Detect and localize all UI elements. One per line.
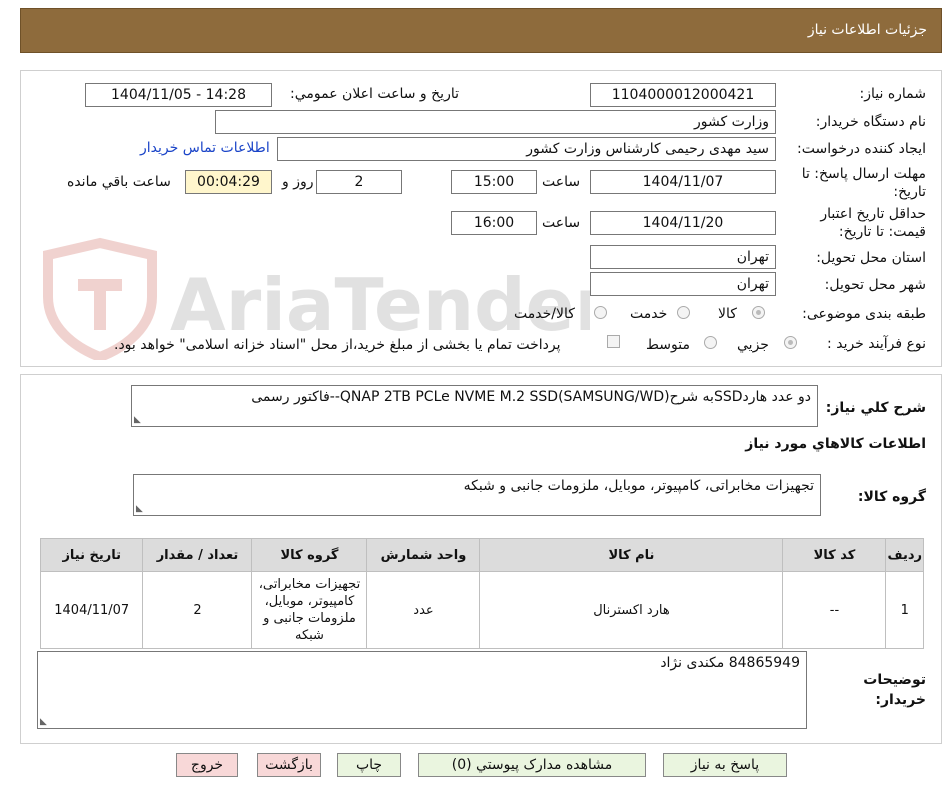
buyer-notes-text: 84865949 مکندی نژاد: [660, 655, 800, 671]
cell-qty: 2: [142, 571, 253, 649]
reply-button[interactable]: پاسخ به نياز: [663, 753, 787, 777]
category-radio-goods[interactable]: [752, 306, 765, 319]
need-number-field: 1104000012000421: [590, 83, 776, 107]
buyer-notes-label-2: خريدار:: [875, 692, 926, 708]
reply-time-label: ساعت: [542, 174, 581, 190]
announce-datetime-field: 1404/11/05 - 14:28: [85, 83, 272, 107]
table-header-row: رديف کد کالا نام کالا واحد شمارش گروه کا…: [39, 538, 924, 572]
announce-datetime-label: تاريخ و ساعت اعلان عمومي:: [290, 86, 459, 102]
goods-group-label: گروه کالا:: [857, 489, 926, 505]
view-documents-button[interactable]: مشاهده مدارک پيوستي (0): [418, 753, 646, 777]
print-button[interactable]: چاپ: [337, 753, 401, 777]
resize-grip-icon[interactable]: ◢: [40, 717, 47, 727]
col-row: رديف: [885, 538, 924, 572]
province-field: تهران: [590, 245, 776, 269]
process-option-minor: جزيي: [737, 337, 769, 353]
resize-grip-icon[interactable]: ◢: [134, 415, 141, 425]
col-date: تاريخ نياز: [39, 538, 144, 572]
category-option-service: خدمت: [630, 306, 668, 322]
goods-section-title: اطلاعات کالاهاي مورد نياز: [745, 436, 926, 452]
price-validity-label: حداقل تاريخ اعتبار: [820, 206, 926, 222]
cell-code: --: [782, 571, 887, 649]
buyer-notes-label: توضيحات: [863, 672, 926, 688]
cell-row: 1: [885, 571, 924, 649]
cell-name: هارد اکسترنال: [479, 571, 784, 649]
price-validity-label-2: قيمت: تا تاريخ:: [838, 224, 926, 240]
reply-deadline-label: مهلت ارسال پاسخ: تا: [801, 166, 926, 182]
validity-time-field: 16:00: [451, 211, 537, 235]
col-unit: واحد شمارش: [366, 538, 481, 572]
category-radio-service[interactable]: [677, 306, 690, 319]
col-group: گروه کالا: [251, 538, 368, 572]
goods-group-text: تجهیزات مخابراتی، کامپیوتر، موبایل، ملزو…: [463, 478, 814, 494]
description-text: دو عدد هاردSSDبه شرحQNAP 2TB PCLe NVME M…: [251, 389, 811, 405]
description-textarea[interactable]: دو عدد هاردSSDبه شرحQNAP 2TB PCLe NVME M…: [131, 385, 818, 427]
remaining-label: ساعت باقي مانده: [67, 174, 171, 190]
process-radio-medium[interactable]: [704, 336, 717, 349]
page-title: جزئيات اطلاعات نياز: [807, 22, 927, 38]
reply-deadline-label-2: تاريخ:: [893, 184, 926, 200]
exit-button[interactable]: خروج: [176, 753, 238, 777]
remaining-time-field: 00:04:29: [185, 170, 272, 194]
process-radio-minor[interactable]: [784, 336, 797, 349]
requester-label: ايجاد کننده درخواست:: [797, 141, 926, 157]
col-qty: تعداد / مقدار: [142, 538, 253, 572]
buyer-notes-textarea[interactable]: 84865949 مکندی نژاد ◢: [37, 651, 807, 729]
cell-date: 1404/11/07: [39, 571, 144, 649]
description-label: شرح کلي نياز:: [825, 400, 926, 416]
validity-date-field: 1404/11/20: [590, 211, 776, 235]
goods-table: رديف کد کالا نام کالا واحد شمارش گروه کا…: [39, 538, 924, 649]
city-label: شهر محل تحويل:: [824, 277, 926, 293]
treasury-bonds-checkbox[interactable]: [607, 335, 620, 348]
buyer-contact-link[interactable]: اطلاعات تماس خريدار: [140, 140, 270, 156]
validity-time-label: ساعت: [542, 215, 581, 231]
back-button[interactable]: بازگشت: [257, 753, 321, 777]
city-field: تهران: [590, 272, 776, 296]
reply-days-field: 2: [316, 170, 402, 194]
category-radio-goods-service[interactable]: [594, 306, 607, 319]
reply-date-field: 1404/11/07: [590, 170, 776, 194]
need-number-label: شماره نياز:: [859, 86, 927, 102]
col-name: نام کالا: [479, 538, 784, 572]
table-row: 1 -- هارد اکسترنال عدد تجهیزات مخابراتی،…: [39, 571, 924, 649]
process-option-medium: متوسط: [646, 337, 690, 353]
province-label: استان محل تحويل:: [816, 250, 926, 266]
process-type-label: نوع فرآيند خريد :: [827, 336, 926, 352]
requester-field: سید مهدی رحیمی کارشناس وزارت کشور: [277, 137, 776, 161]
cell-unit: عدد: [366, 571, 481, 649]
days-label: روز و: [282, 174, 314, 190]
reply-time-field: 15:00: [451, 170, 537, 194]
goods-group-textarea[interactable]: تجهیزات مخابراتی، کامپیوتر، موبایل، ملزو…: [133, 474, 821, 516]
buyer-org-field: وزارت کشور: [215, 110, 776, 134]
watermark-text: AriaTender.neT: [170, 263, 590, 347]
category-option-goods-service: کالا/خدمت: [514, 306, 575, 322]
resize-grip-icon[interactable]: ◢: [136, 504, 143, 514]
category-option-goods: کالا: [718, 306, 737, 322]
treasury-note: پرداخت تمام يا بخشی از مبلغ خريد،از محل …: [114, 337, 561, 353]
category-label: طبقه بندی موضوعی:: [802, 306, 926, 322]
col-code: کد کالا: [782, 538, 887, 572]
cell-group: تجهیزات مخابراتی، کامپیوتر، موبایل، ملزو…: [251, 571, 368, 649]
page-header: جزئيات اطلاعات نياز: [20, 8, 942, 53]
buyer-org-label: نام دستگاه خريدار:: [815, 114, 926, 130]
